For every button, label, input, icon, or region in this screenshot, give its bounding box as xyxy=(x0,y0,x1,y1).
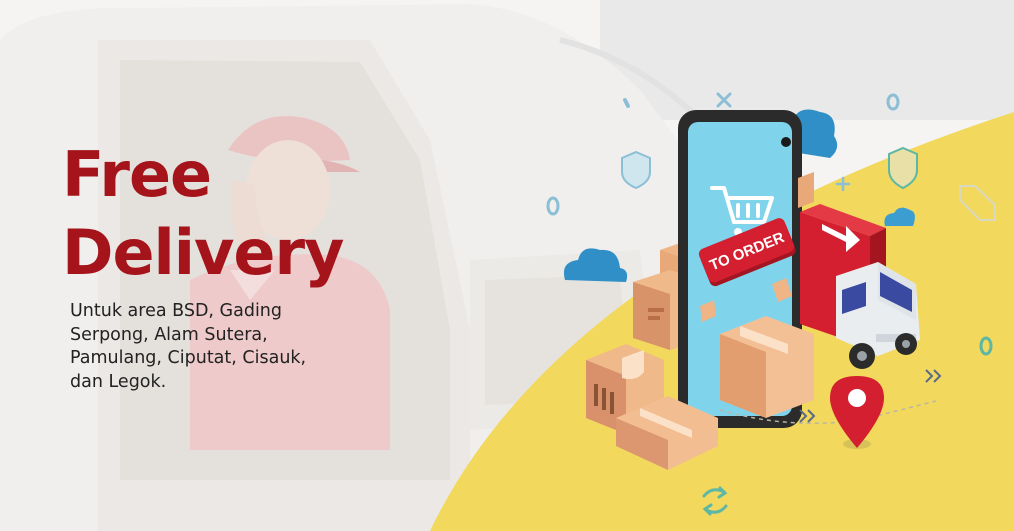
free-delivery-banner: Free Delivery Untuk area BSD, Gading Ser… xyxy=(0,0,1014,531)
delivery-illustration: TO ORDER xyxy=(430,92,1014,531)
